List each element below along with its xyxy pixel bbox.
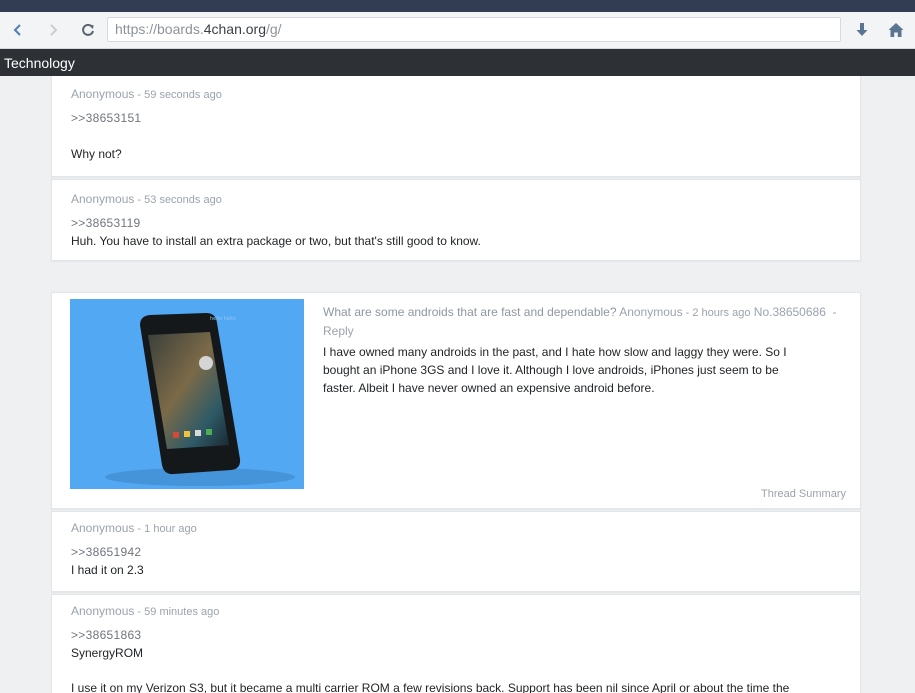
url-prefix: https://boards. [115, 21, 204, 37]
board-title-bar: Technology [0, 49, 915, 76]
reply-link[interactable]: Reply [323, 324, 354, 338]
reply-card: Anonymous - 1 hour ago >>38651942 I had … [51, 511, 861, 592]
post-card: Anonymous - 53 seconds ago >>38653119 Hu… [51, 179, 861, 261]
post-author: Anonymous [71, 192, 135, 206]
op-text-line: bought an iPhone 3GS and I love it. Alth… [323, 363, 779, 377]
op-text-line: I have owned many androids in the past, … [323, 345, 787, 359]
post-meta: Anonymous - 53 seconds ago [71, 192, 222, 206]
post-quote-link[interactable]: >>38651863 [71, 628, 141, 642]
chevron-right-icon [50, 24, 58, 36]
post-text: I use it on my Verizon S3, but it became… [71, 681, 790, 693]
image-caption: hello hello [210, 316, 236, 322]
op-author: Anonymous [619, 305, 683, 319]
browser-toolbar: https://boards.4chan.org/g/ [0, 12, 915, 49]
back-button[interactable] [8, 20, 28, 40]
post-card: Anonymous - 59 seconds ago >>38653151 Wh… [51, 76, 861, 177]
phone-image: hello hello [70, 299, 304, 489]
url-suffix: /g/ [266, 21, 282, 37]
post-meta: Anonymous - 1 hour ago [71, 521, 197, 535]
op-post-number[interactable]: No.38650686 [754, 305, 826, 319]
post-meta: Anonymous - 59 seconds ago [71, 87, 222, 101]
post-text: Why not? [71, 147, 122, 161]
post-quote-link[interactable]: >>38653151 [71, 111, 141, 125]
thread-summary-link[interactable]: Thread Summary [761, 488, 846, 500]
post-quote-link[interactable]: >>38653119 [71, 216, 141, 230]
op-thumbnail[interactable]: hello hello [70, 299, 304, 489]
post-meta: Anonymous - 59 minutes ago [71, 604, 219, 618]
url-host: 4chan.org [203, 21, 266, 37]
post-time: - 53 seconds ago [134, 194, 222, 206]
forward-button[interactable] [43, 20, 63, 40]
download-button[interactable] [852, 20, 872, 40]
post-text: Huh. You have to install an extra packag… [71, 234, 481, 248]
op-thread-card: hello hello What are some androids that … [51, 292, 861, 509]
home-icon [888, 23, 904, 37]
reload-button[interactable] [78, 20, 98, 40]
post-quote-link[interactable]: >>38651942 [71, 545, 141, 559]
post-time: - 59 seconds ago [134, 89, 222, 101]
post-text: SynergyROM [71, 646, 144, 660]
op-text-line: faster. Albeit I have never owned an exp… [323, 381, 655, 395]
op-text: I have owned many androids in the past, … [323, 343, 823, 397]
reload-icon [82, 23, 94, 36]
post-author: Anonymous [71, 87, 135, 101]
chevron-left-icon [13, 24, 21, 36]
home-button[interactable] [886, 20, 906, 40]
address-bar[interactable]: https://boards.4chan.org/g/ [107, 17, 841, 42]
op-time: - 2 hours ago [682, 307, 751, 319]
post-time: - 59 minutes ago [134, 606, 220, 618]
board-title: Technology [4, 55, 75, 71]
op-header: What are some androids that are fast and… [323, 305, 837, 338]
thread-feed: Anonymous - 59 seconds ago >>38653151 Wh… [0, 76, 915, 693]
window-top-strip [0, 0, 915, 12]
download-icon [856, 23, 868, 36]
post-author: Anonymous [71, 521, 135, 535]
post-time: - 1 hour ago [134, 523, 197, 535]
op-subject: What are some androids that are fast and… [323, 305, 617, 319]
reply-card: Anonymous - 59 minutes ago >>38651863 Sy… [51, 594, 861, 693]
post-author: Anonymous [71, 604, 135, 618]
post-text: I had it on 2.3 [71, 563, 144, 577]
